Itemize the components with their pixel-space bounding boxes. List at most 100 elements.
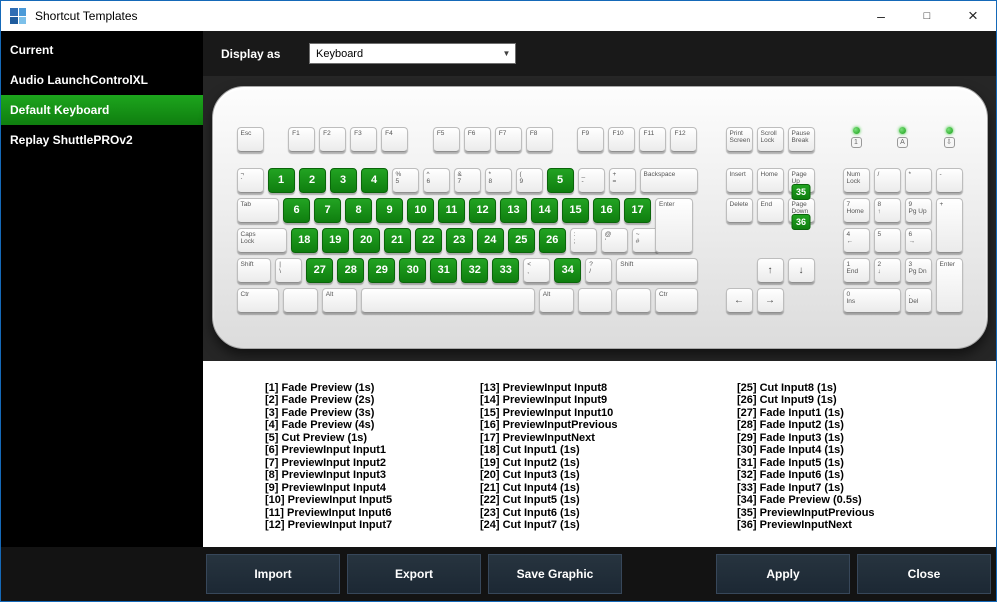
key-space[interactable] bbox=[360, 288, 535, 313]
key-7-home[interactable]: 7 Home bbox=[842, 198, 870, 223]
key-num-lock[interactable]: Num Lock bbox=[842, 168, 870, 193]
key-blank[interactable]: ¬ ` bbox=[236, 168, 264, 193]
key-f6[interactable]: F6 bbox=[463, 127, 491, 152]
key-numpad-enter[interactable]: Enter bbox=[935, 258, 963, 313]
key-shortcut-1[interactable]: 1 bbox=[267, 168, 295, 193]
export-button[interactable]: Export bbox=[347, 554, 481, 594]
key-page-down[interactable]: Page Down 36 bbox=[787, 198, 815, 230]
key-shortcut-26[interactable]: 26 bbox=[538, 228, 566, 253]
sidebar-item-audio-launchcontrolxl[interactable]: Audio LaunchControlXL bbox=[1, 65, 203, 95]
key-enter[interactable]: Enter bbox=[655, 198, 693, 253]
key-arrow-right[interactable]: → bbox=[756, 288, 784, 313]
key-caps-lock[interactable]: Caps Lock bbox=[236, 228, 287, 253]
sidebar-item-replay-shuttleprov2[interactable]: Replay ShuttlePROv2 bbox=[1, 125, 203, 155]
key-home[interactable]: Home bbox=[756, 168, 784, 193]
key-f8[interactable]: F8 bbox=[525, 127, 553, 152]
key-f5[interactable]: F5 bbox=[432, 127, 460, 152]
key-left-win[interactable] bbox=[283, 288, 318, 313]
key-tab[interactable]: Tab bbox=[236, 198, 279, 223]
key-shortcut-8[interactable]: 8 bbox=[345, 198, 372, 223]
key-delete[interactable]: Delete bbox=[725, 198, 753, 223]
key-f11[interactable]: F11 bbox=[639, 127, 667, 152]
key-right-shift[interactable]: Shift bbox=[616, 258, 698, 283]
import-button[interactable]: Import bbox=[206, 554, 340, 594]
save-graphic-button[interactable]: Save Graphic bbox=[488, 554, 622, 594]
key-blank[interactable]: / bbox=[873, 168, 901, 193]
key-esc[interactable]: Esc bbox=[236, 127, 264, 152]
key-blank[interactable]: @ ' bbox=[600, 228, 628, 253]
key-shortcut-14[interactable]: 14 bbox=[531, 198, 558, 223]
key-1-end[interactable]: 1 End bbox=[842, 258, 870, 283]
key-end[interactable]: End bbox=[756, 198, 784, 223]
key-8[interactable]: 8 ↑ bbox=[873, 198, 901, 223]
key-blank[interactable]: ? / bbox=[585, 258, 613, 283]
key-6[interactable]: ^ 6 bbox=[422, 168, 450, 193]
key-f10[interactable]: F10 bbox=[608, 127, 636, 152]
key-9-pg-up[interactable]: 9 Pg Up bbox=[904, 198, 932, 223]
key-left-ctrl[interactable]: Ctr bbox=[236, 288, 279, 313]
key-blank[interactable]: + = bbox=[608, 168, 636, 193]
key-shortcut-20[interactable]: 20 bbox=[352, 228, 380, 253]
key-shortcut-22[interactable]: 22 bbox=[414, 228, 442, 253]
key-shortcut-16[interactable]: 16 bbox=[593, 198, 620, 223]
key-numpad-0[interactable]: 0 Ins bbox=[842, 288, 901, 313]
key-backspace[interactable]: Backspace bbox=[639, 168, 698, 193]
key-left-shift[interactable]: Shift bbox=[236, 258, 272, 283]
key-shortcut-5[interactable]: 5 bbox=[546, 168, 574, 193]
key-left-alt[interactable]: Alt bbox=[321, 288, 357, 313]
sidebar-item-current[interactable]: Current bbox=[1, 35, 203, 65]
key-3-pg-dn[interactable]: 3 Pg Dn bbox=[904, 258, 932, 283]
key-7[interactable]: & 7 bbox=[453, 168, 481, 193]
key-shortcut-18[interactable]: 18 bbox=[290, 228, 318, 253]
key-f7[interactable]: F7 bbox=[494, 127, 522, 152]
key-shortcut-23[interactable]: 23 bbox=[445, 228, 473, 253]
key-insert[interactable]: Insert bbox=[725, 168, 753, 193]
key-5[interactable]: 5 bbox=[873, 228, 901, 253]
key-f9[interactable]: F9 bbox=[577, 127, 605, 152]
key-shortcut-19[interactable]: 19 bbox=[321, 228, 349, 253]
key-shortcut-6[interactable]: 6 bbox=[283, 198, 310, 223]
key-f1[interactable]: F1 bbox=[288, 127, 316, 152]
key-shortcut-29[interactable]: 29 bbox=[368, 258, 396, 283]
key-shortcut-31[interactable]: 31 bbox=[430, 258, 458, 283]
maximize-button[interactable]: □ bbox=[904, 1, 950, 31]
key-shortcut-11[interactable]: 11 bbox=[438, 198, 465, 223]
key-shortcut-17[interactable]: 17 bbox=[624, 198, 651, 223]
key-2[interactable]: 2 ↓ bbox=[873, 258, 901, 283]
key-blank[interactable]: | \ bbox=[275, 258, 303, 283]
key-shortcut-15[interactable]: 15 bbox=[562, 198, 589, 223]
key-shortcut-30[interactable]: 30 bbox=[399, 258, 427, 283]
key-4[interactable]: 4 ← bbox=[842, 228, 870, 253]
key-right-win[interactable] bbox=[577, 288, 613, 313]
key-shortcut-27[interactable]: 27 bbox=[306, 258, 334, 283]
key-arrow-up[interactable]: ↑ bbox=[756, 258, 784, 283]
key-f2[interactable]: F2 bbox=[319, 127, 347, 152]
minimize-button[interactable]: – bbox=[858, 1, 904, 31]
key-shortcut-28[interactable]: 28 bbox=[337, 258, 365, 283]
key-print-screen[interactable]: Print Screen bbox=[725, 127, 753, 152]
key-f4[interactable]: F4 bbox=[381, 127, 409, 152]
key-5[interactable]: % 5 bbox=[391, 168, 419, 193]
key-shortcut-4[interactable]: 4 bbox=[360, 168, 388, 193]
key-blank[interactable]: : ; bbox=[569, 228, 597, 253]
key-blank[interactable]: < , bbox=[523, 258, 551, 283]
key-right-alt[interactable]: Alt bbox=[538, 288, 574, 313]
key-arrow-left[interactable]: ← bbox=[725, 288, 753, 313]
key-page-up[interactable]: Page Up 35 bbox=[787, 168, 815, 200]
key-scroll-lock[interactable]: Scroll Lock bbox=[756, 127, 784, 152]
key-9[interactable]: ( 9 bbox=[515, 168, 543, 193]
key-numpad-decimal[interactable]: . Del bbox=[904, 288, 932, 313]
key-pause-break[interactable]: Pause Break bbox=[787, 127, 815, 152]
key-arrow-down[interactable]: ↓ bbox=[787, 258, 815, 283]
key-shortcut-9[interactable]: 9 bbox=[376, 198, 403, 223]
apply-button[interactable]: Apply bbox=[716, 554, 850, 594]
close-button[interactable]: Close bbox=[857, 554, 991, 594]
key-blank[interactable]: - bbox=[935, 168, 963, 193]
key-shortcut-25[interactable]: 25 bbox=[507, 228, 535, 253]
key-shortcut-32[interactable]: 32 bbox=[461, 258, 489, 283]
key-shortcut-34[interactable]: 34 bbox=[554, 258, 582, 283]
key-shortcut-7[interactable]: 7 bbox=[314, 198, 341, 223]
key-shortcut-24[interactable]: 24 bbox=[476, 228, 504, 253]
key-shortcut-33[interactable]: 33 bbox=[492, 258, 520, 283]
display-as-select[interactable]: Keyboard ▼ bbox=[309, 43, 516, 64]
